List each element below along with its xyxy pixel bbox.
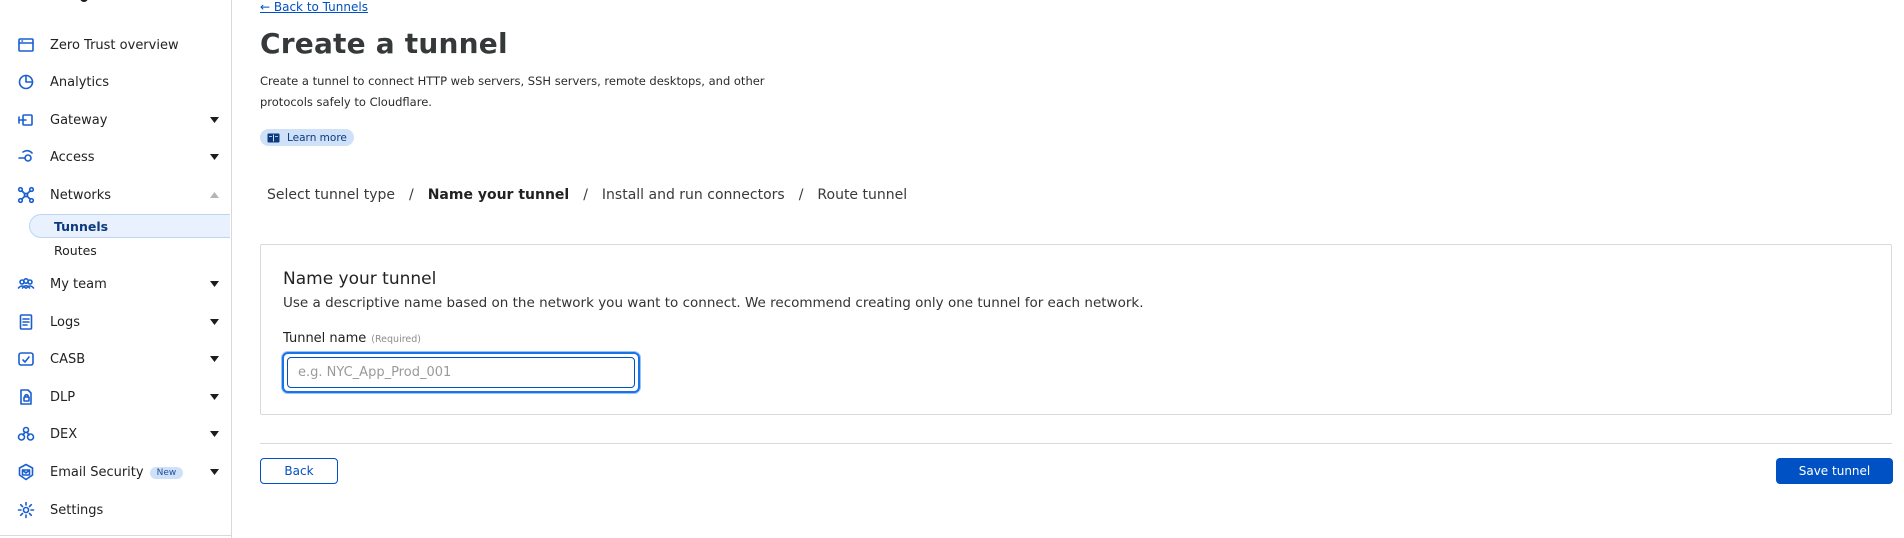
network-icon xyxy=(17,186,35,204)
sidebar-item-casb[interactable]: CASB xyxy=(0,343,231,375)
step-separator: / xyxy=(408,187,414,203)
sidebar-item-label: Access xyxy=(50,149,95,165)
pie-chart-icon xyxy=(17,73,35,91)
save-tunnel-button[interactable]: Save tunnel xyxy=(1776,458,1893,484)
tunnel-name-input-focus-ring xyxy=(282,352,640,393)
footer-divider xyxy=(260,443,1892,444)
logs-icon xyxy=(17,313,35,331)
sidebar-item-label: DLP xyxy=(50,389,76,405)
sidebar-item-label: Gateway xyxy=(50,112,108,128)
chevron-down-icon[interactable] xyxy=(210,431,219,437)
sidebar-item-networks[interactable]: Networks xyxy=(0,179,231,211)
sidebar-item-zero-trust-overview[interactable]: Zero Trust overview xyxy=(0,29,231,61)
chevron-down-icon[interactable] xyxy=(210,394,219,400)
dex-icon xyxy=(17,425,35,443)
learn-more-label: Learn more xyxy=(287,131,347,144)
sidebar-bottom-divider xyxy=(0,535,232,536)
sidebar-item-label: Analytics xyxy=(50,74,110,90)
team-icon xyxy=(17,275,35,293)
wizard-steps-breadcrumb: Select tunnel type / Name your tunnel / … xyxy=(267,187,907,203)
back-button[interactable]: Back xyxy=(260,458,338,484)
chevron-down-icon[interactable] xyxy=(210,356,219,362)
chevron-down-icon[interactable] xyxy=(210,469,219,475)
sidebar-subitem-label: Tunnels xyxy=(54,218,109,234)
sidebar-item-label: My team xyxy=(50,276,107,292)
sidebar: Zero Trust overview Analytics Gateway Ac… xyxy=(0,0,232,538)
sidebar-top-edge xyxy=(0,0,232,6)
sidebar-item-settings[interactable]: Settings xyxy=(0,494,231,526)
chevron-down-icon[interactable] xyxy=(210,281,219,287)
book-icon xyxy=(267,133,280,143)
chevron-down-icon[interactable] xyxy=(210,319,219,325)
casb-icon xyxy=(17,350,35,368)
browser-window-icon xyxy=(17,36,35,54)
gateway-icon xyxy=(17,111,35,129)
sidebar-item-my-team[interactable]: My team xyxy=(0,268,231,300)
name-tunnel-card: Name your tunnel Use a descriptive name … xyxy=(260,244,1892,415)
sidebar-item-logs[interactable]: Logs xyxy=(0,306,231,338)
card-title: Name your tunnel xyxy=(283,269,437,289)
sidebar-item-label: Networks xyxy=(50,187,112,203)
required-hint: (Required) xyxy=(371,334,421,345)
back-to-tunnels-link[interactable]: ← Back to Tunnels xyxy=(260,0,368,14)
sidebar-item-label: CASB xyxy=(50,351,86,367)
sidebar-item-label-text: Email Security xyxy=(50,464,144,480)
new-badge: New xyxy=(149,466,184,479)
sidebar-item-email-security[interactable]: Email Security New xyxy=(0,456,231,488)
sidebar-item-label: Zero Trust overview xyxy=(50,37,179,53)
sidebar-item-label: Email Security New xyxy=(50,464,184,480)
chevron-down-icon[interactable] xyxy=(210,117,219,123)
sidebar-subitem-label: Routes xyxy=(54,242,97,258)
tunnel-name-input[interactable] xyxy=(287,357,635,388)
step-separator: / xyxy=(798,187,804,203)
learn-more-button[interactable]: Learn more xyxy=(260,129,354,146)
tunnel-name-label-text: Tunnel name xyxy=(283,331,367,346)
sidebar-item-label: Settings xyxy=(50,502,104,518)
step-name-your-tunnel: Name your tunnel xyxy=(427,187,570,203)
chevron-up-icon[interactable] xyxy=(210,192,219,198)
sidebar-item-access[interactable]: Access xyxy=(0,141,231,173)
sidebar-item-dex[interactable]: DEX xyxy=(0,418,231,450)
sidebar-subitem-tunnels[interactable]: Tunnels xyxy=(29,214,230,238)
page-title: Create a tunnel xyxy=(260,27,508,60)
access-icon xyxy=(17,148,35,166)
sidebar-item-label: DEX xyxy=(50,426,78,442)
step-select-tunnel-type[interactable]: Select tunnel type xyxy=(267,187,395,203)
gear-icon xyxy=(17,501,35,519)
step-route-tunnel: Route tunnel xyxy=(817,187,908,203)
page-description: Create a tunnel to connect HTTP web serv… xyxy=(260,74,765,109)
sidebar-item-analytics[interactable]: Analytics xyxy=(0,66,231,98)
chevron-down-icon[interactable] xyxy=(210,154,219,160)
step-separator: / xyxy=(583,187,588,203)
tunnel-name-label: Tunnel name (Required) xyxy=(283,331,421,346)
sidebar-item-dlp[interactable]: DLP xyxy=(0,381,231,413)
email-security-icon xyxy=(17,463,35,481)
main-content: ← Back to Tunnels Create a tunnel Create… xyxy=(260,0,1893,538)
sidebar-subitem-routes[interactable]: Routes xyxy=(30,238,231,262)
step-install-run-connectors: Install and run connectors xyxy=(601,187,785,203)
card-description: Use a descriptive name based on the netw… xyxy=(283,295,1144,311)
sidebar-item-gateway[interactable]: Gateway xyxy=(0,104,231,136)
sidebar-item-label: Logs xyxy=(50,314,80,330)
dlp-icon xyxy=(17,388,35,406)
